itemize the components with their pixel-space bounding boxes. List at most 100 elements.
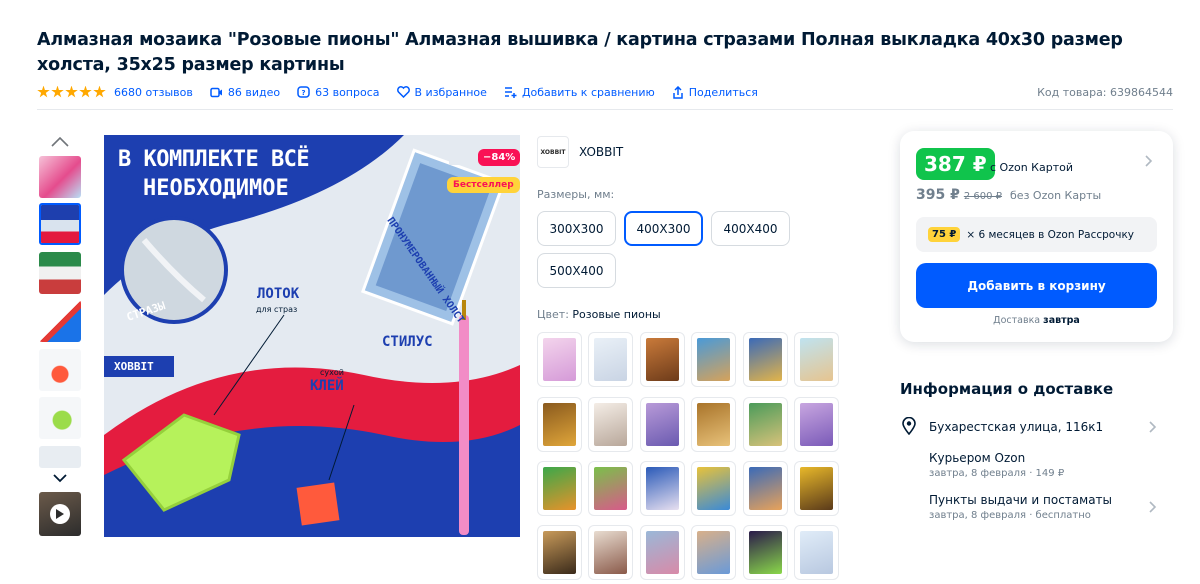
videos-link[interactable]: 86 видео — [210, 86, 280, 99]
label-tray-sub: для страз — [256, 305, 298, 314]
installment-badge: 75 ₽ — [928, 227, 961, 242]
delivery-prefix: Доставка — [993, 315, 1041, 326]
headline-line-2: НЕОБХОДИМОЕ — [143, 176, 289, 201]
color-swatch[interactable] — [640, 461, 685, 516]
color-swatch[interactable] — [691, 397, 736, 452]
color-swatch[interactable] — [588, 332, 633, 387]
color-swatch[interactable] — [743, 332, 788, 387]
old-price: 2 600 ₽ — [963, 191, 1003, 202]
map-pin-icon — [902, 416, 916, 439]
color-swatch[interactable] — [691, 332, 736, 387]
color-swatch[interactable] — [691, 461, 736, 516]
delivery-pickup[interactable]: Пункты выдачи и постаматы завтра, 8 февр… — [900, 493, 1173, 521]
brand-badge: XOBBIT — [104, 356, 174, 377]
seller-info[interactable]: XOBBIT XOBBIT — [537, 136, 623, 168]
label-stylus: СТИЛУС — [382, 334, 433, 350]
chevron-right-icon[interactable] — [1145, 155, 1153, 171]
installment-text: × 6 месяцев в Ozon Рассрочку — [966, 228, 1134, 241]
star-icon — [79, 85, 92, 98]
reviews-link[interactable]: 6680 отзывов — [114, 86, 193, 99]
thumbnail[interactable] — [39, 446, 81, 468]
installment-offer[interactable]: 75 ₽ × 6 месяцев в Ozon Рассрочку — [916, 217, 1157, 252]
price-card: 387 ₽ с Ozon Картой 395 ₽ 2 600 ₽ без Oz… — [900, 131, 1173, 342]
courier-label: Курьером Ozon — [929, 451, 1026, 465]
color-swatch[interactable] — [794, 525, 839, 580]
color-swatch[interactable] — [537, 525, 582, 580]
color-swatch[interactable] — [588, 461, 633, 516]
color-swatch[interactable] — [794, 461, 839, 516]
question-bubble-icon: ? — [297, 85, 310, 99]
add-to-cart-button[interactable]: Добавить в корзину — [916, 263, 1157, 308]
heart-icon — [396, 86, 410, 98]
size-option-300x300[interactable]: 300X300 — [537, 211, 616, 246]
delivery-courier[interactable]: Курьером Ozon завтра, 8 февраля · 149 ₽ — [900, 451, 1173, 479]
compare-button[interactable]: Добавить к сравнению — [504, 86, 655, 99]
thumbnail[interactable] — [39, 349, 81, 391]
rating-stars[interactable] — [37, 85, 106, 99]
svg-text:?: ? — [302, 89, 306, 97]
compare-icon — [504, 86, 517, 98]
thumbnail[interactable] — [39, 397, 81, 439]
seller-name[interactable]: XOBBIT — [579, 145, 623, 159]
star-icon — [37, 85, 50, 98]
product-title: Алмазная мозаика "Розовые пионы" Алмазна… — [37, 30, 1123, 75]
star-icon — [93, 85, 106, 98]
video-thumbnail[interactable] — [39, 492, 81, 536]
label-glue-sub: сухой — [320, 368, 344, 377]
color-swatch[interactable] — [743, 525, 788, 580]
pickup-label: Пункты выдачи и постаматы — [929, 493, 1113, 507]
thumbnail[interactable] — [39, 156, 81, 198]
delivery-day: завтра — [1043, 315, 1080, 326]
thumbnail-selected[interactable] — [39, 203, 81, 245]
favorite-button[interactable]: В избранное — [396, 85, 487, 99]
color-swatch[interactable] — [640, 397, 685, 452]
image-headline: В КОМПЛЕКТЕ ВСЁ НЕОБХОДИМОЕ — [118, 147, 310, 201]
color-swatch[interactable] — [640, 525, 685, 580]
size-option-400x400[interactable]: 400X400 — [711, 211, 790, 246]
play-icon — [50, 504, 70, 524]
label-tray: ЛОТОК — [257, 286, 300, 302]
color-swatch[interactable] — [794, 332, 839, 387]
color-swatch[interactable] — [794, 397, 839, 452]
delivery-hint: Доставка завтра — [900, 315, 1173, 326]
chevron-down-icon[interactable] — [37, 470, 83, 486]
color-swatch[interactable] — [640, 332, 685, 387]
color-swatch[interactable] — [537, 397, 582, 452]
color-swatch[interactable] — [537, 332, 582, 387]
color-swatch[interactable] — [588, 525, 633, 580]
size-option-400x300[interactable]: 400X300 — [624, 211, 703, 246]
color-swatch[interactable] — [537, 461, 582, 516]
headline-line-1: В КОМПЛЕКТЕ ВСЁ — [118, 147, 310, 172]
color-label-text: Цвет: — [537, 308, 569, 321]
color-swatch[interactable] — [691, 525, 736, 580]
delivery-title: Информация о доставке — [900, 380, 1114, 398]
delivery-address[interactable]: Бухарестская улица, 116к1 — [900, 416, 1173, 437]
pickup-when: завтра, 8 февраля · бесплатно — [929, 510, 1091, 521]
thumbnail[interactable] — [39, 252, 81, 294]
color-swatch[interactable] — [743, 461, 788, 516]
product-meta-bar: 6680 отзывов 86 видео ? 63 вопроса В изб… — [37, 83, 1173, 101]
videos-count: 86 видео — [227, 85, 281, 99]
bestseller-badge: Бестселлер — [447, 177, 520, 193]
product-main-image[interactable]: В КОМПЛЕКТЕ ВСЁ НЕОБХОДИМОЕ −84% Бестсел… — [104, 135, 520, 537]
chevron-right-icon — [1149, 421, 1157, 437]
color-value: Розовые пионы — [572, 308, 661, 321]
chevron-up-icon[interactable] — [37, 134, 83, 150]
ozon-card-label: с Ozon Картой — [990, 161, 1073, 174]
thumbnail[interactable] — [39, 300, 81, 342]
share-label: Поделиться — [688, 85, 758, 99]
compare-label: Добавить к сравнению — [521, 85, 655, 99]
courier-when: завтра, 8 февраля · 149 ₽ — [929, 468, 1065, 479]
seller-logo: XOBBIT — [537, 136, 569, 168]
video-camera-icon — [210, 87, 223, 98]
product-code: Код товара: 639864544 — [1037, 85, 1173, 99]
reviews-count: 6680 отзывов — [114, 85, 193, 99]
ozon-card-price[interactable]: 387 ₽ — [916, 148, 995, 180]
share-button[interactable]: Поделиться — [672, 85, 758, 99]
questions-link[interactable]: ? 63 вопроса — [297, 85, 380, 99]
thumbnail-gallery — [37, 134, 83, 544]
favorite-label: В избранное — [414, 85, 487, 99]
color-swatch[interactable] — [588, 397, 633, 452]
color-swatch[interactable] — [743, 397, 788, 452]
size-option-500x400[interactable]: 500X400 — [537, 253, 616, 288]
